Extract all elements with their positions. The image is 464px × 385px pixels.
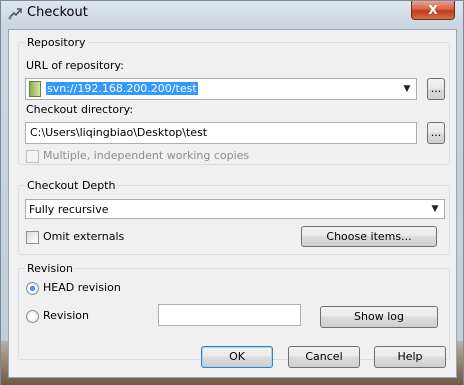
- url-combobox[interactable]: svn://192.168.200.200/test ▼: [25, 78, 417, 100]
- checkout-depth-group-label: Checkout Depth: [25, 179, 118, 192]
- titlebar[interactable]: Checkout X: [1, 1, 463, 27]
- repository-icon: [29, 81, 41, 97]
- dropdown-arrow-icon[interactable]: ▼: [428, 201, 442, 217]
- radio-selected-dot: [30, 286, 35, 291]
- help-button[interactable]: Help: [374, 346, 446, 368]
- close-button[interactable]: X: [411, 1, 455, 20]
- checkout-icon: [7, 6, 23, 22]
- depth-select[interactable]: Fully recursive ▼: [25, 199, 445, 219]
- url-browse-button[interactable]: ...: [427, 78, 445, 100]
- checkout-window: Checkout X Repository URL of repository:…: [0, 0, 464, 385]
- dialog-client-area: Repository URL of repository: svn://192.…: [8, 29, 457, 378]
- show-log-button[interactable]: Show log: [320, 306, 438, 328]
- depth-selected-value: Fully recursive: [29, 203, 109, 216]
- multiple-working-copies-checkbox[interactable]: [26, 150, 39, 163]
- checkout-depth-group: Checkout Depth Fully recursive ▼ Omit ex…: [18, 179, 450, 255]
- choose-items-button[interactable]: Choose items...: [301, 226, 437, 247]
- omit-externals-label: Omit externals: [43, 230, 125, 243]
- omit-externals-checkbox[interactable]: [26, 231, 39, 244]
- multiple-working-copies-label: Multiple, independent working copies: [43, 149, 250, 162]
- checkout-directory-label: Checkout directory:: [26, 103, 134, 116]
- revision-radio[interactable]: [26, 310, 39, 323]
- dropdown-arrow-icon[interactable]: ▼: [400, 81, 414, 97]
- ok-button[interactable]: OK: [201, 346, 273, 368]
- window-title: Checkout: [27, 5, 88, 20]
- checkout-directory-input[interactable]: C:\Users\liqingbiao\Desktop\test: [25, 122, 417, 144]
- revision-group-label: Revision: [25, 262, 75, 275]
- revision-label: Revision: [43, 309, 89, 322]
- directory-browse-button[interactable]: ...: [427, 122, 445, 144]
- revision-number-input[interactable]: [158, 304, 301, 326]
- cancel-button[interactable]: Cancel: [288, 346, 360, 368]
- head-revision-radio[interactable]: [26, 282, 39, 295]
- head-revision-label: HEAD revision: [43, 281, 121, 294]
- close-icon: X: [428, 3, 438, 17]
- repository-group-label: Repository: [25, 36, 88, 49]
- url-label: URL of repository:: [26, 59, 124, 72]
- url-value: svn://192.168.200.200/test: [46, 82, 198, 95]
- repository-group: Repository URL of repository: svn://192.…: [18, 36, 450, 165]
